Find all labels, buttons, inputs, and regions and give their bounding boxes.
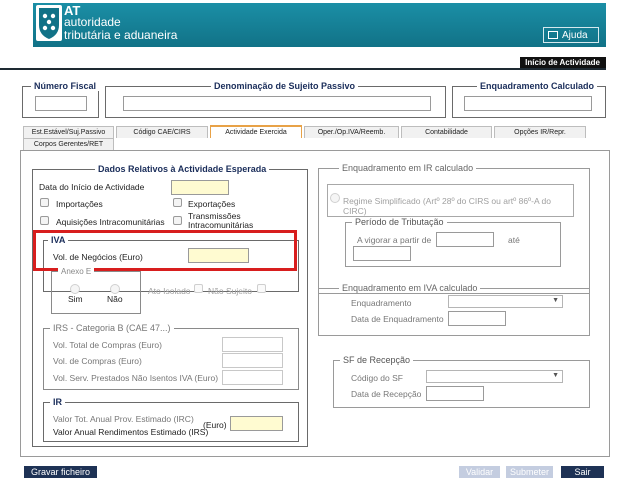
tab-oper-iva[interactable]: Oper./Op.IVA/Reemb. (304, 126, 399, 138)
dados-legend: Dados Relativos à Actividade Esperada (95, 164, 270, 174)
enquadramento-legend: Enquadramento Calculado (477, 81, 598, 91)
vol-compras-total-label: Vol. Total de Compras (Euro) (53, 340, 162, 350)
importacoes-label: Importações (56, 199, 103, 209)
enq-iva-legend: Enquadramento em IVA calculado (339, 283, 481, 293)
ir-legend: IR (50, 397, 65, 407)
valor-tot-label: Valor Tot. Anual Prov. Estimado (IRC) (53, 414, 194, 424)
ate-input[interactable] (353, 246, 411, 261)
vol-compras-input[interactable] (222, 353, 283, 368)
transmissoes-checkbox[interactable] (173, 216, 182, 225)
regime-radio[interactable] (330, 193, 340, 203)
chevron-down-icon: ▼ (552, 372, 559, 379)
vol-compras-total-input[interactable] (222, 337, 283, 352)
vol-serv-input[interactable] (222, 370, 283, 385)
chevron-down-icon: ▼ (552, 297, 559, 304)
regime-label-l1: Regime Simplificado (Artº 28º do CIRS ou… (343, 196, 552, 206)
nao-sujeito-label: Não Sujeito (208, 286, 252, 296)
data-recepcao-label: Data de Recepção (351, 389, 422, 399)
enquadramento-fieldset: Enquadramento Calculado (452, 81, 606, 118)
enq-ir-legend: Enquadramento em IR calculado (339, 163, 477, 173)
nao-label: Não (107, 294, 123, 304)
validate-button[interactable]: Validar (459, 466, 500, 478)
nif-input[interactable] (35, 96, 87, 111)
at-logo-icon (36, 5, 62, 41)
tab-actividade-exercida[interactable]: Actividade Exercida (210, 125, 302, 138)
data-enquadramento-label: Data de Enquadramento (351, 314, 444, 324)
valor-anual-label: Valor Anual Rendimentos Estimado (IRS) (53, 427, 209, 437)
denominacao-fieldset: Denominação de Sujeito Passivo (105, 81, 446, 118)
submit-button[interactable]: Submeter (506, 466, 553, 478)
tab-opcoes-ir[interactable]: Opções IR/Repr. (494, 126, 586, 138)
ate-label: até (508, 235, 520, 245)
codigo-sf-label: Código do SF (351, 373, 403, 383)
tab-contabilidade[interactable]: Contabilidade (401, 126, 492, 138)
regime-label-l2: CIRC) (343, 206, 367, 216)
nif-legend: Número Fiscal (31, 81, 100, 91)
aquisicoes-checkbox[interactable] (40, 216, 49, 225)
sim-radio[interactable] (70, 284, 80, 294)
transmissoes-label: Transmissões Intracomunitárias (188, 212, 254, 230)
header-divider (0, 68, 606, 70)
vigorar-label: A vigorar a partir de (357, 235, 432, 245)
sf-legend: SF de Recepção (340, 355, 414, 365)
tab-codigo-cae[interactable]: Código CAE/CIRS (116, 126, 208, 138)
enquadramento-input[interactable] (464, 96, 592, 111)
enquadramento-iva-select[interactable]: ▼ (448, 295, 563, 308)
nao-sujeito-checkbox[interactable] (257, 284, 266, 293)
data-inicio-label: Data do Início de Actividade (39, 182, 145, 192)
help-window-icon (548, 31, 558, 39)
exportacoes-label: Exportações (188, 199, 236, 209)
vol-compras-label: Vol. de Compras (Euro) (53, 356, 142, 366)
valor-anual-input[interactable] (230, 416, 283, 431)
data-recepcao-input[interactable] (426, 386, 484, 401)
save-file-button[interactable]: Gravar ficheiro (24, 466, 97, 478)
help-button[interactable]: Ajuda (543, 27, 599, 43)
periodo-legend: Período de Tributação (352, 217, 447, 227)
anexo-e-fieldset: Anexo E (51, 267, 141, 314)
ato-isolado-checkbox[interactable] (194, 284, 203, 293)
exit-button[interactable]: Sair (561, 466, 604, 478)
ato-isolado-label: Ato Isolado (148, 286, 191, 296)
vigorar-input[interactable] (436, 232, 494, 247)
vol-serv-label: Vol. Serv. Prestados Não Isentos IVA (Eu… (53, 373, 219, 383)
nao-radio[interactable] (110, 284, 120, 294)
aquisicoes-label: Aquisições Intracomunitárias (56, 217, 165, 227)
irs-legend: IRS - Categoria B (CAE 47...) (50, 323, 174, 333)
anexo-e-legend: Anexo E (58, 267, 95, 276)
nif-fieldset: Número Fiscal (22, 81, 100, 118)
tab-est-estavel[interactable]: Est.Estável/Suj.Passivo (23, 126, 114, 138)
codigo-sf-select[interactable]: ▼ (426, 370, 563, 383)
exportacoes-checkbox[interactable] (173, 198, 182, 207)
data-inicio-input[interactable] (171, 180, 229, 195)
importacoes-checkbox[interactable] (40, 198, 49, 207)
tab-corpos-gerentes[interactable]: Corpos Gerentes/RET (23, 138, 114, 150)
logo-line2: tributária e aduaneira (64, 28, 178, 42)
denominacao-input[interactable] (123, 96, 431, 111)
denominacao-legend: Denominação de Sujeito Passivo (211, 81, 359, 91)
logo-line1: autoridade (64, 15, 121, 29)
enquadramento-iva-label: Enquadramento (351, 298, 412, 308)
help-label: Ajuda (562, 29, 588, 41)
data-enquadramento-input[interactable] (448, 311, 506, 326)
sim-label: Sim (68, 294, 83, 304)
highlight-box (33, 230, 297, 271)
euro-label: (Euro) (203, 420, 227, 430)
